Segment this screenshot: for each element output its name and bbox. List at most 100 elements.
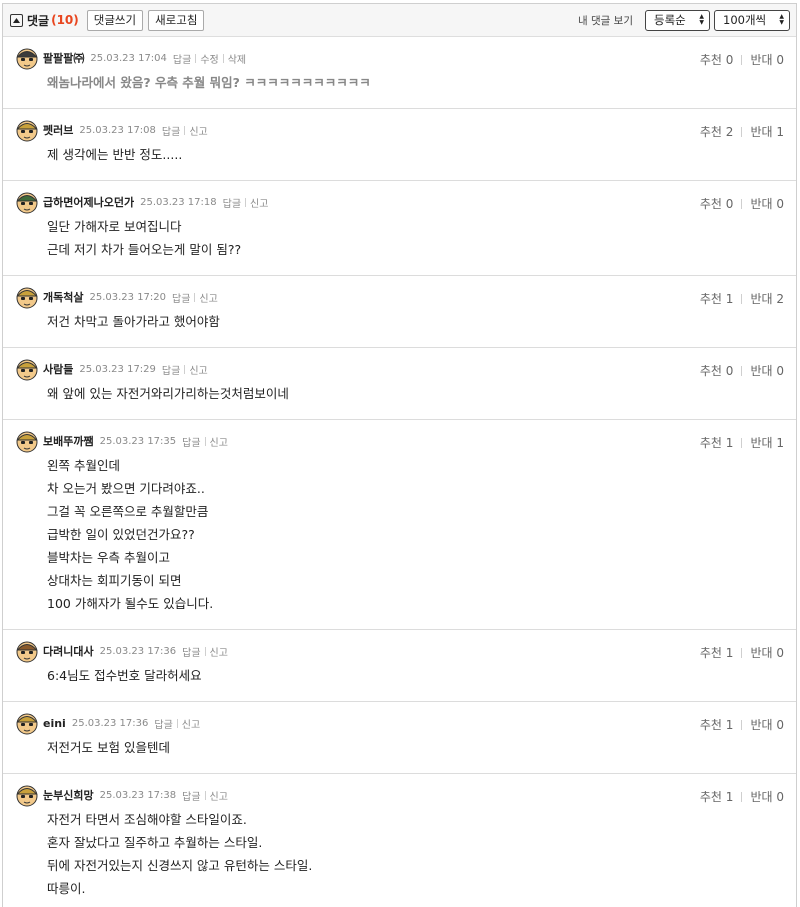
downvote-label: 반대: [750, 364, 773, 378]
comment-action-link[interactable]: 답글: [154, 716, 172, 731]
comment-action-link[interactable]: 수정: [200, 51, 218, 66]
comment-action-link[interactable]: 답글: [182, 434, 200, 449]
comment-action-link[interactable]: 신고: [182, 716, 200, 731]
upvote-count: 1: [725, 646, 734, 660]
user-avatar-icon: [16, 48, 38, 70]
comment-body: 왼쪽 추월인데 차 오는거 봤으면 기다려야죠.. 그걸 꼭 오른쪽으로 추월할만큼…: [3, 452, 796, 615]
comment-body: 6:4님도 접수번호 달라허세요: [3, 662, 796, 687]
comment-item: 눈부신희망 25.03.23 17:38 답글 신고 추천 1 반대 0 자전거 타면서 조…: [3, 774, 796, 907]
comment-action-link[interactable]: 신고: [250, 195, 268, 210]
upvote-button[interactable]: 추천 0: [700, 51, 734, 68]
vote-box: 추천 2 반대 1: [700, 123, 784, 140]
comment-action-link[interactable]: 답글: [162, 362, 180, 377]
comment-action-link[interactable]: 삭제: [228, 51, 246, 66]
upvote-button[interactable]: 추천 0: [700, 362, 734, 379]
comment-date: 25.03.23 17:18: [140, 196, 217, 208]
downvote-label: 반대: [750, 53, 773, 67]
user-avatar-icon: [16, 713, 38, 735]
comment-action-link[interactable]: 신고: [210, 644, 228, 659]
per-page-select[interactable]: 100개씩 ▲ ▼: [714, 9, 790, 31]
vote-box: 추천 0 반대 0: [700, 51, 784, 68]
comment-author[interactable]: 보배뚜까쨈: [43, 433, 94, 449]
upvote-button[interactable]: 추천 1: [700, 716, 734, 733]
comment-action-link[interactable]: 신고: [189, 123, 207, 138]
downvote-count: 0: [776, 364, 784, 378]
comment-body: 제 생각에는 반반 정도.....: [3, 141, 796, 166]
comment-text-line: 왼쪽 추월인데: [47, 458, 120, 473]
comment-author[interactable]: 눈부신희망: [43, 787, 94, 803]
user-avatar-icon: [16, 641, 38, 663]
sort-select[interactable]: 등록순 ▲ ▼: [645, 9, 710, 31]
user-avatar-icon: [16, 192, 38, 214]
upvote-button[interactable]: 추천 1: [700, 434, 734, 451]
downvote-label: 반대: [750, 436, 773, 450]
comment-body: 저전거도 보험 있을텐데: [3, 734, 796, 759]
divider: [741, 647, 743, 658]
comment-author[interactable]: 급하면어제나오던가: [43, 194, 134, 210]
divider: [741, 293, 743, 304]
comment-author[interactable]: 사람들: [43, 361, 73, 377]
comment-date: 25.03.23 17:36: [71, 717, 149, 729]
upvote-count: 1: [725, 718, 734, 732]
upvote-count: 1: [725, 790, 734, 804]
downvote-button[interactable]: 반대 2: [750, 290, 784, 307]
comment-list: 팔팔팔㈜ 25.03.23 17:04 답글 수정 삭제 추천 0 반대 0 왜놈나라에서 왔…: [3, 37, 796, 907]
divider: [184, 364, 186, 374]
downvote-label: 반대: [750, 292, 773, 306]
downvote-button[interactable]: 반대 0: [750, 362, 784, 379]
comment-item: 보배뚜까쨈 25.03.23 17:35 답글 신고 추천 1 반대 1 왼쪽 추월인데 차 …: [3, 420, 796, 630]
comment-action-link[interactable]: 답글: [182, 788, 200, 803]
comment-text-line: 왜놈나라에서 왔음? 우측 추월 뭐임? ㅋㅋㅋㅋㅋㅋㅋㅋㅋㅋㅋ: [47, 75, 371, 90]
divider: [204, 436, 206, 446]
upvote-button[interactable]: 추천 1: [700, 644, 734, 661]
comment-author[interactable]: 개독척살: [43, 289, 83, 305]
comment-author[interactable]: eini: [43, 717, 66, 730]
comment-text-line: 근데 저기 차가 들어오는게 말이 됨??: [47, 242, 242, 257]
upvote-button[interactable]: 추천 2: [700, 123, 734, 140]
downvote-button[interactable]: 반대 0: [750, 788, 784, 805]
comment-body: 왜놈나라에서 왔음? 우측 추월 뭐임? ㅋㅋㅋㅋㅋㅋㅋㅋㅋㅋㅋ: [3, 69, 796, 94]
downvote-button[interactable]: 반대 1: [750, 123, 784, 140]
divider: [195, 53, 197, 63]
comment-date: 25.03.23 17:04: [90, 52, 167, 64]
comment-author[interactable]: 펫러브: [43, 122, 73, 138]
comment-item: 다려니대사 25.03.23 17:36 답글 신고 추천 1 반대 0 6:4님도 접수번…: [3, 630, 796, 702]
comment-text-line: 100 가해자가 될수도 있습니다.: [47, 596, 214, 611]
comment-text-line: 그걸 꼭 오른쪽으로 추월할만큼: [47, 504, 209, 519]
comment-action-link[interactable]: 신고: [189, 362, 207, 377]
downvote-button[interactable]: 반대 0: [750, 644, 784, 661]
comment-item: 팔팔팔㈜ 25.03.23 17:04 답글 수정 삭제 추천 0 반대 0 왜놈나라에서 왔…: [3, 37, 796, 109]
comment-body: 왜 앞에 있는 자전거와리가리하는것처럼보이네: [3, 380, 796, 405]
comment-action-link[interactable]: 답글: [223, 195, 241, 210]
downvote-button[interactable]: 반대 1: [750, 434, 784, 451]
comment-action-link[interactable]: 답글: [182, 644, 200, 659]
comment-author[interactable]: 다려니대사: [43, 643, 94, 659]
collapse-icon[interactable]: [10, 13, 23, 27]
comment-action-link[interactable]: 신고: [199, 290, 217, 305]
comment-author[interactable]: 팔팔팔㈜: [43, 50, 84, 66]
upvote-button[interactable]: 추천 0: [700, 195, 734, 212]
comment-header: 댓글 (10) 댓글쓰기 새로고침 내 댓글 보기 등록순 ▲ ▼ 100개씩 ▲…: [3, 4, 796, 37]
comment-action-link[interactable]: 신고: [210, 434, 228, 449]
upvote-button[interactable]: 추천 1: [700, 290, 734, 307]
upvote-button[interactable]: 추천 1: [700, 788, 734, 805]
downvote-button[interactable]: 반대 0: [750, 195, 784, 212]
comment-action-link[interactable]: 신고: [210, 788, 228, 803]
upvote-count: 2: [725, 125, 734, 139]
downvote-button[interactable]: 반대 0: [750, 716, 784, 733]
upvote-label: 추천: [699, 790, 722, 804]
write-comment-button[interactable]: 댓글쓰기: [86, 9, 144, 31]
downvote-button[interactable]: 반대 0: [750, 51, 784, 68]
refresh-button[interactable]: 새로고침: [148, 9, 205, 31]
comment-date: 25.03.23 17:35: [99, 435, 177, 447]
comment-item: eini 25.03.23 17:36 답글 신고 추천 1 반대 0 저전거도 보험 있을…: [3, 702, 796, 774]
comment-action-link[interactable]: 답글: [172, 290, 190, 305]
my-comments-link[interactable]: 내 댓글 보기: [578, 13, 633, 28]
comment-action-link[interactable]: 답글: [162, 123, 180, 138]
upvote-count: 0: [725, 53, 734, 67]
comment-text-line: 급박한 일이 있었던건가요??: [47, 527, 195, 542]
downvote-label: 반대: [750, 197, 773, 211]
upvote-label: 추천: [699, 436, 722, 450]
upvote-label: 추천: [699, 364, 722, 378]
comment-action-link[interactable]: 답글: [173, 51, 191, 66]
